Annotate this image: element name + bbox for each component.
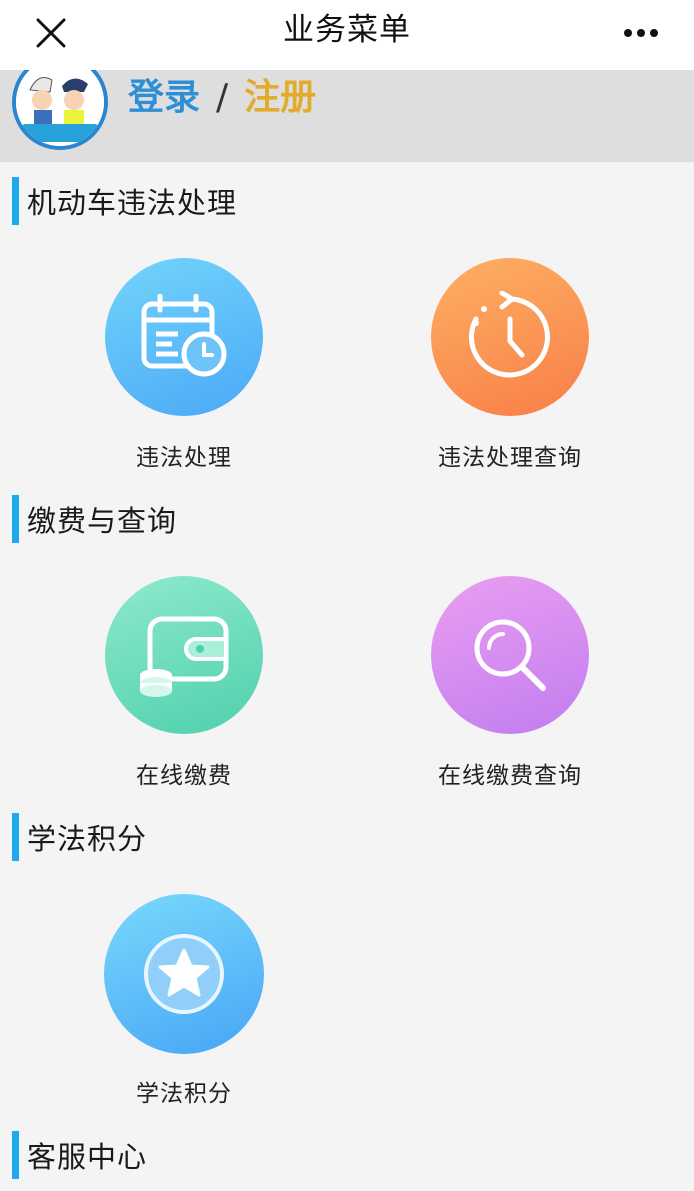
magnifier-icon (474, 619, 546, 691)
more-dots-icon (624, 29, 658, 37)
login-link[interactable]: 登录 (128, 77, 200, 118)
login-banner: 登录 / 注册 (0, 70, 694, 162)
section-title-payment: 缴费与查询 (12, 494, 177, 544)
menu-tile-violation-query[interactable]: 违法处理查询 (390, 258, 630, 478)
separator: / (216, 77, 229, 118)
register-link[interactable]: 注册 (244, 77, 316, 118)
tile-label: 在线缴费 (136, 763, 232, 789)
police-mascot-icon (16, 70, 104, 146)
tile-label: 违法处理查询 (438, 445, 582, 471)
section-accent-bar (12, 813, 19, 861)
study-points-icon-circle (104, 894, 264, 1054)
section-accent-bar (12, 177, 19, 225)
section-accent-bar (12, 1131, 19, 1179)
section-title-violation: 机动车违法处理 (12, 176, 237, 226)
section-title-text: 缴费与查询 (27, 504, 178, 538)
payment-query-icon-circle (431, 576, 589, 734)
violation-query-icon-circle (431, 258, 589, 416)
section-title-service: 客服中心 (12, 1130, 147, 1180)
section-title-text: 学法积分 (27, 822, 148, 856)
violation-handling-icon-circle (105, 258, 263, 416)
section-title-text: 客服中心 (27, 1140, 148, 1174)
section-accent-bar (12, 495, 19, 543)
menu-tile-online-payment[interactable]: 在线缴费 (64, 576, 304, 796)
tile-label: 违法处理 (136, 445, 232, 471)
avatar[interactable] (12, 70, 108, 150)
login-register-links: 登录 / 注册 (128, 74, 316, 122)
star-badge-icon (144, 934, 224, 1014)
history-clock-icon (468, 291, 550, 378)
section-title-study: 学法积分 (12, 812, 147, 862)
page-title: 业务菜单 (283, 12, 411, 48)
tile-label: 学法积分 (136, 1081, 232, 1107)
calendar-clock-icon (141, 294, 227, 377)
section-title-text: 机动车违法处理 (27, 186, 238, 220)
menu-tile-violation-handling[interactable]: 违法处理 (64, 258, 304, 478)
tile-label: 在线缴费查询 (438, 763, 582, 789)
menu-tile-payment-query[interactable]: 在线缴费查询 (390, 576, 630, 796)
wallet-coins-icon (140, 616, 229, 697)
more-button[interactable] (618, 12, 664, 54)
menu-tile-study-points[interactable]: 学法积分 (64, 894, 304, 1114)
top-bar: 业务菜单 (0, 0, 694, 71)
online-payment-icon-circle (105, 576, 263, 734)
